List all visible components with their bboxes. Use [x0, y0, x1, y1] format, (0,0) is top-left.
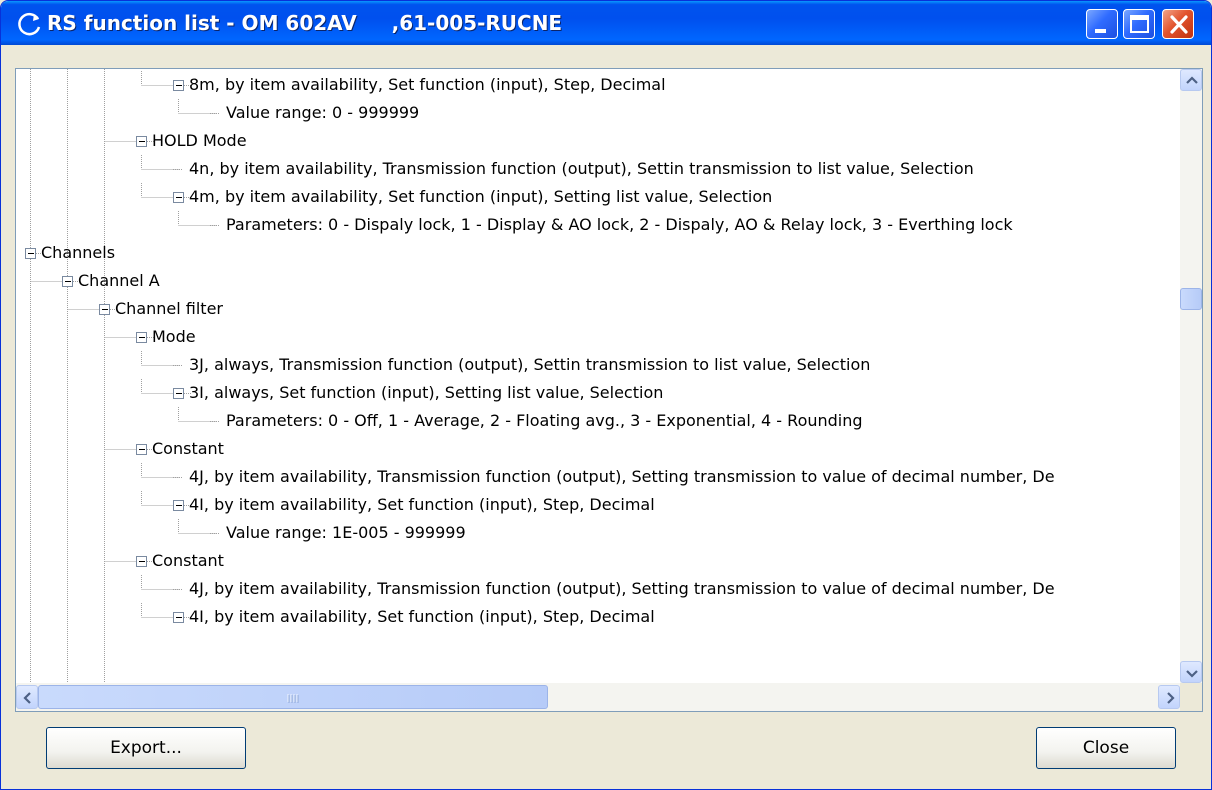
vertical-scrollbar[interactable]: [1180, 69, 1202, 683]
tree-node[interactable]: Channels: [41, 239, 115, 267]
collapse-toggle[interactable]: [136, 556, 147, 567]
close-icon: [1170, 15, 1188, 34]
tree-node[interactable]: Constant: [152, 547, 224, 575]
maximize-button[interactable]: [1123, 9, 1155, 39]
tree-node[interactable]: 4J, by item availability, Transmission f…: [189, 575, 1055, 603]
minimize-button[interactable]: [1086, 9, 1118, 39]
arrow-down-icon: [1186, 670, 1198, 678]
arrow-left-icon: [23, 692, 31, 704]
collapse-toggle[interactable]: [25, 248, 36, 259]
tree-node[interactable]: 8m, by item availability, Set function (…: [189, 71, 666, 99]
tree-node[interactable]: Constant: [152, 435, 224, 463]
collapse-toggle[interactable]: [136, 332, 147, 343]
tree-node[interactable]: HOLD Mode: [152, 127, 247, 155]
scrollbar-corner: [1180, 683, 1202, 711]
tree-node[interactable]: Value range: 0 - 999999: [226, 99, 419, 127]
collapse-toggle[interactable]: [173, 612, 184, 623]
function-tree-panel: 8m, by item availability, Set function (…: [15, 68, 1203, 712]
tree-node[interactable]: Mode: [152, 323, 196, 351]
function-tree[interactable]: 8m, by item availability, Set function (…: [16, 69, 1180, 683]
collapse-toggle[interactable]: [173, 192, 184, 203]
rs-function-list-window: RS function list - OM 602AV ,61-005-RUCN…: [0, 0, 1212, 790]
tree-node[interactable]: 3J, always, Transmission function (outpu…: [189, 351, 870, 379]
close-window-button[interactable]: [1162, 9, 1194, 39]
collapse-toggle[interactable]: [99, 304, 110, 315]
export-button[interactable]: Export...: [46, 727, 246, 769]
collapse-toggle[interactable]: [173, 388, 184, 399]
scroll-right-button[interactable]: [1158, 685, 1180, 709]
window-title: RS function list - OM 602AV ,61-005-RUCN…: [47, 11, 563, 35]
collapse-toggle[interactable]: [173, 80, 184, 91]
collapse-toggle[interactable]: [136, 136, 147, 147]
tree-node[interactable]: 4I, by item availability, Set function (…: [189, 491, 655, 519]
collapse-toggle[interactable]: [173, 500, 184, 511]
collapse-toggle[interactable]: [62, 276, 73, 287]
tree-node[interactable]: Value range: 1E-005 - 999999: [226, 519, 466, 547]
grip-icon: [287, 694, 299, 703]
close-button[interactable]: Close: [1036, 727, 1176, 769]
maximize-icon: [1130, 15, 1149, 33]
refresh-icon: [18, 12, 41, 36]
tree-node[interactable]: 4n, by item availability, Transmission f…: [189, 155, 974, 183]
scroll-left-button[interactable]: [16, 685, 38, 709]
tree-node[interactable]: Parameters: 0 - Dispaly lock, 1 - Displa…: [226, 211, 1013, 239]
tree-node[interactable]: Parameters: 0 - Off, 1 - Average, 2 - Fl…: [226, 407, 863, 435]
minimize-icon: [1095, 29, 1106, 33]
horizontal-scrollbar[interactable]: [16, 683, 1180, 711]
horizontal-scroll-thumb[interactable]: [38, 685, 548, 709]
arrow-up-icon: [1186, 76, 1198, 84]
tree-node[interactable]: Channel A: [78, 267, 160, 295]
collapse-toggle[interactable]: [136, 444, 147, 455]
scroll-down-button[interactable]: [1180, 661, 1202, 683]
tree-node[interactable]: 4I, by item availability, Set function (…: [189, 603, 655, 631]
vertical-scroll-thumb[interactable]: [1180, 288, 1202, 311]
tree-node[interactable]: Channel filter: [115, 295, 223, 323]
tree-node[interactable]: 3I, always, Set function (input), Settin…: [189, 379, 663, 407]
arrow-right-icon: [1167, 692, 1175, 704]
scroll-up-button[interactable]: [1180, 69, 1202, 91]
tree-node[interactable]: 4m, by item availability, Set function (…: [189, 183, 772, 211]
title-bar[interactable]: RS function list - OM 602AV ,61-005-RUCN…: [1, 1, 1211, 45]
tree-node[interactable]: 4J, by item availability, Transmission f…: [189, 463, 1055, 491]
